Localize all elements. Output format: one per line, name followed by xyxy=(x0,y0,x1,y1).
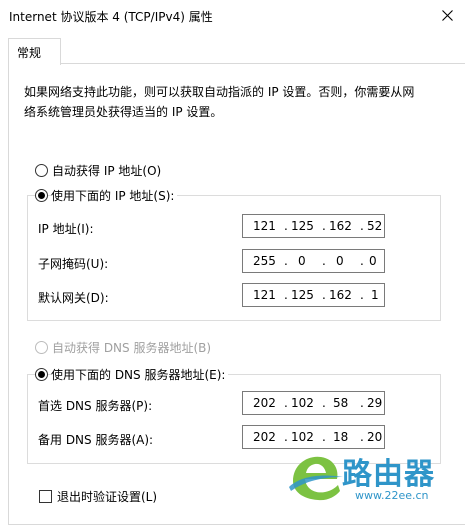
intro-text: 如果网络支持此功能，则可以获取自动指派的 IP 设置。否则，你需要从网 络系统管… xyxy=(24,82,454,122)
window-title: Internet 协议版本 4 (TCP/IPv4) 属性 xyxy=(9,10,213,24)
validate-label[interactable]: 退出时验证设置(L) xyxy=(57,488,157,505)
dns-manual-label[interactable]: 使用下面的 DNS 服务器地址(E): xyxy=(51,366,229,383)
ip-auto-label[interactable]: 自动获得 IP 地址(O) xyxy=(52,162,161,179)
tab-general-label: 常规 xyxy=(17,46,42,60)
intro-line-2: 络系统管理员处获得适当的 IP 设置。 xyxy=(24,105,223,119)
alternate-dns-label: 备用 DNS 服务器(A): xyxy=(38,433,154,447)
watermark-url: www.22ee.cn xyxy=(355,489,429,502)
watermark: 路由器 www.22ee.cn xyxy=(285,447,465,507)
ip-address-label: IP 地址(I): xyxy=(38,222,94,236)
gateway-label: 默认网关(D): xyxy=(38,291,109,305)
subnet-mask-input[interactable]: 255 . 0 . 0 . 0 xyxy=(242,249,385,273)
alternate-dns-input[interactable]: 202 . 102 . 18 . 20 xyxy=(242,425,385,449)
mask-octet-3: 0 xyxy=(336,254,344,268)
watermark-brand: 路由器 xyxy=(342,457,435,492)
gw-octet-1: 121 xyxy=(253,288,276,302)
ip-manual-label[interactable]: 使用下面的 IP 地址(S): xyxy=(51,187,178,204)
mask-octet-4: 0 xyxy=(369,254,377,268)
mask-octet-2: 0 xyxy=(298,254,306,268)
ip-address-input[interactable]: 121 . 125 . 162 . 52 xyxy=(242,214,385,238)
ip-octet-4: 52 xyxy=(367,219,383,233)
subnet-mask-label: 子网掩码(U): xyxy=(38,257,109,271)
intro-line-1: 如果网络支持此功能，则可以获取自动指派的 IP 设置。否则，你需要从网 xyxy=(24,85,415,99)
ip-auto-radio[interactable] xyxy=(35,164,48,177)
preferred-dns-label: 首选 DNS 服务器(P): xyxy=(38,399,153,413)
ip-octet-3: 162 xyxy=(329,219,352,233)
ip-octet-2: 125 xyxy=(291,219,314,233)
pdns-octet-1: 202 xyxy=(253,396,276,410)
gw-octet-4: 1 xyxy=(371,288,379,302)
pdns-octet-2: 102 xyxy=(291,396,314,410)
adns-octet-4: 20 xyxy=(367,430,383,444)
preferred-dns-input[interactable]: 202 . 102 . 58 . 29 xyxy=(242,391,385,415)
gw-octet-3: 162 xyxy=(329,288,352,302)
pdns-octet-3: 58 xyxy=(333,396,349,410)
adns-octet-1: 202 xyxy=(253,430,276,444)
pdns-octet-4: 29 xyxy=(367,396,383,410)
validate-checkbox[interactable] xyxy=(39,490,52,503)
dns-auto-label[interactable]: 自动获得 DNS 服务器地址(B) xyxy=(52,339,211,356)
mask-octet-1: 255 xyxy=(253,254,276,268)
adns-octet-3: 18 xyxy=(333,430,349,444)
title-bar: Internet 协议版本 4 (TCP/IPv4) 属性 xyxy=(0,0,465,32)
dns-manual-radio[interactable] xyxy=(35,368,48,381)
close-button[interactable] xyxy=(436,5,458,25)
gateway-input[interactable]: 121 . 125 . 162 . 1 xyxy=(242,283,385,307)
logo-e-icon xyxy=(289,456,343,501)
dns-auto-radio[interactable] xyxy=(35,341,48,354)
gw-octet-2: 125 xyxy=(291,288,314,302)
ip-octet-1: 121 xyxy=(253,219,276,233)
adns-octet-2: 102 xyxy=(291,430,314,444)
ip-manual-radio[interactable] xyxy=(35,189,48,202)
tab-general[interactable]: 常规 xyxy=(8,38,61,65)
close-icon xyxy=(441,9,453,21)
